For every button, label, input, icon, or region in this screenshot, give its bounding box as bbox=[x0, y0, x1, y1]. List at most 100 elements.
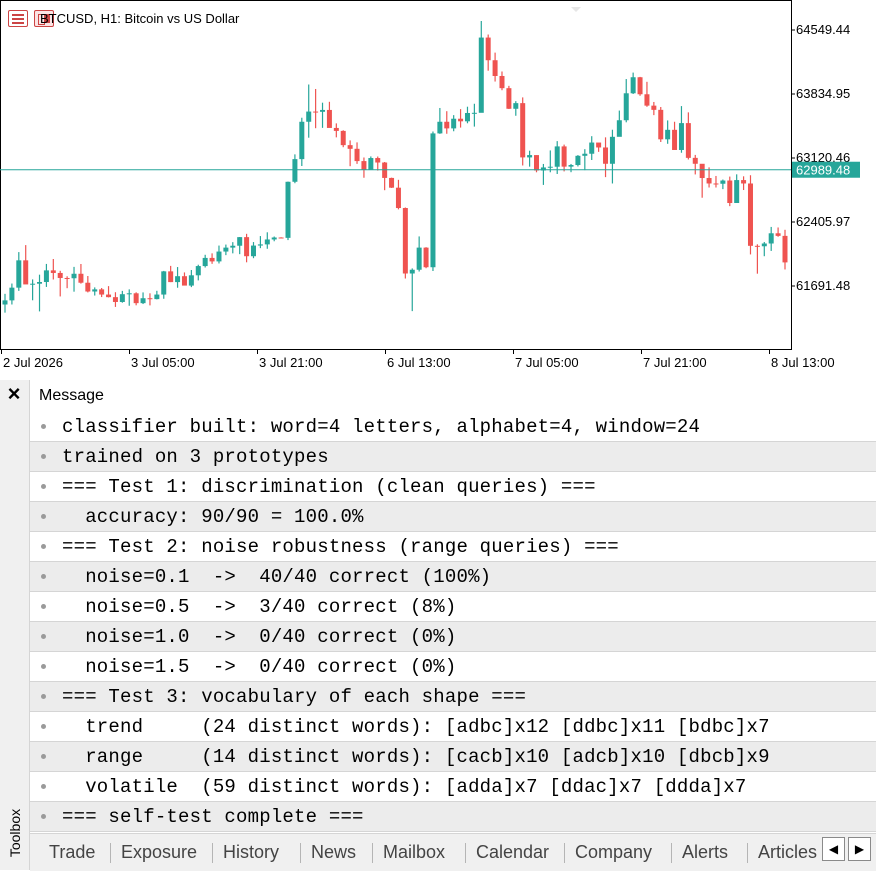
candle bbox=[133, 292, 139, 306]
tab-separator bbox=[300, 843, 301, 863]
candle bbox=[678, 106, 684, 153]
candle bbox=[754, 244, 760, 274]
candle bbox=[368, 156, 374, 170]
candle bbox=[409, 268, 415, 312]
message-list: classifier built: word=4 letters, alphab… bbox=[30, 412, 876, 832]
candle bbox=[154, 290, 160, 300]
candle bbox=[444, 111, 450, 134]
message-row[interactable]: noise=1.0 -> 0/40 correct (0%) bbox=[30, 622, 876, 652]
message-row[interactable]: classifier built: word=4 letters, alphab… bbox=[30, 412, 876, 442]
message-row[interactable]: trend (24 distinct words): [adbc]x12 [dd… bbox=[30, 712, 876, 742]
tab-exposure[interactable]: Exposure bbox=[121, 840, 197, 864]
candle bbox=[361, 157, 367, 178]
chart-list-icon[interactable] bbox=[8, 10, 28, 27]
tab-scroll-left-icon[interactable]: ◀ bbox=[822, 837, 845, 861]
message-row[interactable]: === Test 2: noise robustness (range quer… bbox=[30, 532, 876, 562]
tab-alerts[interactable]: Alerts bbox=[682, 840, 728, 864]
candle bbox=[181, 272, 187, 286]
candle bbox=[527, 150, 533, 167]
tab-history[interactable]: History bbox=[223, 840, 279, 864]
message-text: noise=0.5 -> 3/40 correct (8%) bbox=[62, 595, 457, 618]
x-tick-label: 8 Jul 13:00 bbox=[771, 355, 835, 370]
x-tick-label: 6 Jul 13:00 bbox=[387, 355, 451, 370]
bullet-icon bbox=[41, 604, 46, 609]
message-text: === Test 3: vocabulary of each shape === bbox=[62, 685, 527, 708]
message-text: noise=1.0 -> 0/40 correct (0%) bbox=[62, 625, 457, 648]
candle bbox=[175, 267, 181, 288]
candle bbox=[747, 175, 753, 255]
tab-scroll-right-icon[interactable]: ▶ bbox=[848, 837, 871, 861]
x-tick-label: 2 Jul 2026 bbox=[3, 355, 63, 370]
candle bbox=[395, 179, 401, 210]
tab-company[interactable]: Company bbox=[575, 840, 652, 864]
message-text: noise=1.5 -> 0/40 correct (0%) bbox=[62, 655, 457, 678]
tab-separator bbox=[212, 843, 213, 863]
message-row[interactable]: trained on 3 prototypes bbox=[30, 442, 876, 472]
candle bbox=[768, 226, 774, 251]
candle bbox=[561, 144, 567, 172]
tab-calendar[interactable]: Calendar bbox=[476, 840, 549, 864]
toolbox-tabs: Trade Exposure History News Mailbox Calendar C… bbox=[30, 833, 876, 871]
candle bbox=[540, 163, 546, 185]
tab-separator bbox=[465, 843, 466, 863]
candle bbox=[244, 233, 250, 263]
candle bbox=[78, 264, 84, 284]
message-row[interactable]: range (14 distinct words): [cacb]x10 [ad… bbox=[30, 742, 876, 772]
candle bbox=[347, 140, 353, 167]
message-text: === Test 2: noise robustness (range quer… bbox=[62, 535, 619, 558]
message-row[interactable]: === self-test complete === bbox=[30, 802, 876, 832]
tab-separator bbox=[671, 843, 672, 863]
candle bbox=[188, 270, 194, 288]
current-price-label: 62989.48 bbox=[796, 163, 850, 178]
message-row[interactable]: noise=0.1 -> 40/40 correct (100%) bbox=[30, 562, 876, 592]
bullet-icon bbox=[41, 514, 46, 519]
candle bbox=[672, 121, 678, 150]
tab-news[interactable]: News bbox=[311, 840, 356, 864]
message-row[interactable]: === Test 3: vocabulary of each shape === bbox=[30, 682, 876, 712]
candle bbox=[140, 292, 146, 305]
message-row[interactable]: === Test 1: discrimination (clean querie… bbox=[30, 472, 876, 502]
candle bbox=[257, 236, 263, 249]
candle bbox=[478, 20, 484, 113]
candle bbox=[306, 84, 312, 138]
candle bbox=[609, 129, 615, 184]
message-text: trend (24 distinct words): [adbc]x12 [dd… bbox=[62, 715, 770, 738]
candle bbox=[734, 174, 740, 204]
candle bbox=[637, 76, 643, 96]
toolbox-label: Toolbox bbox=[7, 808, 23, 858]
message-row[interactable]: volatile (59 distinct words): [adda]x7 [… bbox=[30, 772, 876, 802]
tab-mailbox[interactable]: Mailbox bbox=[383, 840, 445, 864]
candle bbox=[492, 52, 498, 82]
y-tick-label: 63834.95 bbox=[796, 86, 850, 101]
shift-marker-icon[interactable] bbox=[571, 7, 581, 12]
bullet-icon bbox=[41, 814, 46, 819]
candle bbox=[271, 236, 277, 242]
bullet-icon bbox=[41, 754, 46, 759]
candle bbox=[775, 227, 781, 237]
x-tick-label: 7 Jul 21:00 bbox=[643, 355, 707, 370]
candlestick-chart[interactable]: 64549.4463834.9563120.4662405.9761691.48… bbox=[0, 0, 876, 380]
message-row[interactable]: accuracy: 90/90 = 100.0% bbox=[30, 502, 876, 532]
candle bbox=[547, 150, 553, 173]
message-row[interactable]: noise=1.5 -> 0/40 correct (0%) bbox=[30, 652, 876, 682]
message-column-header[interactable]: Message bbox=[30, 384, 876, 408]
candle bbox=[195, 264, 201, 281]
candle bbox=[43, 263, 49, 287]
bullet-icon bbox=[41, 724, 46, 729]
price-chart[interactable]: 64549.44 63834.95 63120.46 62405.97 61691.48… bbox=[0, 0, 876, 380]
candle bbox=[264, 232, 270, 249]
candle bbox=[112, 292, 118, 307]
tab-separator bbox=[747, 843, 748, 863]
candle bbox=[782, 229, 788, 270]
bullet-icon bbox=[41, 454, 46, 459]
message-row[interactable]: noise=0.5 -> 3/40 correct (8%) bbox=[30, 592, 876, 622]
candle bbox=[2, 293, 8, 313]
tab-articles[interactable]: Articles bbox=[758, 840, 817, 864]
close-icon[interactable]: × bbox=[4, 382, 24, 406]
candle bbox=[299, 117, 305, 167]
y-tick-label: 64549.44 bbox=[796, 22, 850, 37]
candle bbox=[16, 252, 22, 291]
tab-trade[interactable]: Trade bbox=[49, 840, 95, 864]
candle bbox=[71, 266, 77, 292]
candle bbox=[389, 177, 395, 188]
